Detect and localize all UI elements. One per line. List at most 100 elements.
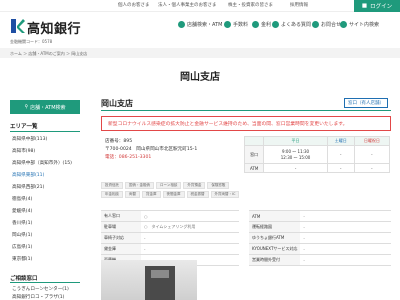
sidebar-area-item[interactable]: 東京都(1) — [12, 256, 32, 262]
util-branch-search[interactable]: 店舗検索・ATM — [178, 21, 222, 28]
table-row: 平日 土曜日 日曜祝日 — [243, 136, 391, 146]
sidebar-area-item[interactable]: 香川県(1) — [12, 220, 32, 226]
util-faq[interactable]: よくある質問 — [272, 21, 311, 28]
sidebar-area-item[interactable]: 広島県(1) — [12, 244, 32, 250]
table-row: ATM - — [249, 210, 391, 222]
table-cell: ATM — [243, 163, 265, 173]
facility-value: ○ タイムシェアリング利用 — [141, 221, 239, 233]
lock-icon: ■ — [361, 3, 368, 9]
phone-number[interactable]: 電話：086-251-3301 — [105, 154, 151, 160]
facility-table-right: ATM - 運転経路図 - ゆうちょ銀行ATM - KYOUNEXTサービス対応 - 営業時間外… — [249, 210, 391, 266]
sidebar-item-loco-plaza[interactable]: 高知銀行ロコ・プラザ(1) — [12, 294, 64, 300]
table-header: 日曜祝日 — [353, 136, 391, 146]
search-icon — [340, 21, 347, 28]
table-cell: - — [353, 163, 391, 173]
business-hours-table: 平日 土曜日 日曜祝日 窓口 9:00 ～ 11:30 12:30 ～ 15:0… — [243, 136, 391, 173]
table-row: 窓口 9:00 ～ 11:30 12:30 ～ 15:00 - - — [243, 145, 391, 164]
facility-value: - — [141, 243, 239, 255]
util-rates[interactable]: 金利 — [252, 21, 271, 28]
service-tag: 国債・金融債 — [125, 182, 154, 189]
sidebar-area-item[interactable]: 高知県東部(11) — [12, 172, 44, 178]
sidebar-area-item[interactable]: 高知市(98) — [12, 148, 35, 154]
divider — [10, 282, 80, 283]
login-button[interactable]: ■ ログイン — [354, 0, 400, 12]
table-row: KYOUNEXTサービス対応 - — [249, 243, 391, 255]
branch-atm-search-button[interactable]: ⚲ 店舗・ATM検索 — [10, 100, 80, 114]
facility-label: 営業時間外受付 — [249, 254, 301, 266]
util-site-search[interactable]: サイト内検索 — [340, 21, 379, 28]
address: 〒700-0024 岡山県岡山市北区駅元町15-1 — [105, 147, 198, 152]
divider — [101, 110, 391, 111]
sidebar-area-item[interactable]: 高知県中部(113) — [12, 136, 47, 142]
table-row: 営業時間外受付 - — [249, 254, 391, 266]
breadcrumb[interactable]: ホーム ＞ 店舗・ATMのご案内 ＞ 岡山支店 — [0, 48, 400, 58]
bank-logo-icon[interactable] — [9, 18, 25, 34]
counter-heading: ご相談窓口 — [10, 276, 38, 282]
nav-personal[interactable]: 個人のお客さま — [118, 2, 150, 8]
sidebar-area-item[interactable]: 愛媛県(4) — [12, 208, 32, 214]
facility-value: - — [300, 210, 391, 222]
atm-screen-image — [151, 270, 169, 278]
branch-type-badge: 窓口（有人店舗） — [344, 98, 388, 108]
facility-label: 貸金庫 — [101, 243, 141, 255]
sidebar-area-item[interactable]: 高知県西部(21) — [12, 184, 44, 190]
question-icon — [272, 21, 279, 28]
sidebar-area-item[interactable]: 徳島県(4) — [12, 196, 32, 202]
table-row: 車椅子対応 - — [101, 232, 239, 244]
search-icon: ⚲ — [24, 104, 29, 110]
table-header: 平日 — [263, 136, 328, 146]
facility-label: KYOUNEXTサービス対応 — [249, 243, 301, 255]
nav-careers[interactable]: 採用情報 — [290, 2, 308, 8]
util-fees[interactable]: 手数料 — [224, 21, 248, 28]
store-number: 店番号：895 — [105, 139, 133, 144]
service-tag: 年金相談 — [101, 191, 123, 198]
service-tag: 両替 — [125, 191, 140, 198]
mail-icon — [312, 21, 319, 28]
table-row: ATM - - - — [243, 163, 391, 173]
service-tag: 外貨両替・IC — [210, 191, 240, 198]
table-row: 駐車場 ○ タイムシェアリング利用 — [101, 221, 239, 233]
map-pin-icon — [178, 21, 185, 28]
page-title: 岡山支店 — [180, 71, 220, 83]
bank-logo-text[interactable]: 高知銀行 — [27, 18, 81, 37]
branch-photo — [101, 260, 197, 300]
sidebar-area-item[interactable]: 高知県中部（高知市外）(15) — [12, 160, 72, 166]
site-header: 高知銀行 金融機関コード：0578 店舗検索・ATM 手数料 金利 よくある質問… — [0, 12, 400, 48]
service-tags: 年金相談 両替 貸金庫 夜間金庫 税金振替 外貨両替・IC — [101, 191, 240, 198]
sidebar-item-loan-center[interactable]: こうぎんローンセンター(1) — [12, 286, 69, 292]
sidebar-area-item[interactable]: 岡山県(1) — [12, 232, 32, 238]
facility-value: ○ — [141, 210, 239, 222]
facility-label: 駐車場 — [101, 221, 141, 233]
area-list-heading: エリア一覧 — [10, 124, 38, 130]
facility-label: 運転経路図 — [249, 221, 301, 233]
facility-table-left: 有人窓口○駐車場○ タイムシェアリング利用車椅子対応-貸金庫-両替機- — [101, 210, 239, 266]
table-cell: - — [263, 163, 328, 173]
service-tag: 投資信託 — [101, 182, 123, 189]
facility-value: - — [300, 232, 391, 244]
title-band: 岡山支店 — [0, 58, 400, 92]
sidebar: ⚲ 店舗・ATM検索 エリア一覧 高知県中部(113) 高知市(98) 高知県中部（… — [0, 92, 86, 300]
nav-corporate[interactable]: 法人・個人事業主のお客さま — [158, 2, 217, 8]
facility-label: 有人窓口 — [101, 210, 141, 222]
facility-value: - — [300, 254, 391, 266]
top-nav: 個人のお客さま 法人・個人事業主のお客さま 株主・投資家の皆さま 採用情報 ■ … — [0, 0, 400, 12]
table-cell: - — [353, 145, 391, 164]
table-cell: - — [326, 163, 355, 173]
divider — [10, 131, 80, 132]
table-cell: 9:00 ～ 11:30 12:30 ～ 15:00 — [263, 145, 328, 164]
service-tag: 貸金庫 — [142, 191, 161, 198]
table-cell: 窓口 — [243, 145, 265, 164]
covid-notice[interactable]: 新型コロナウイルス感染症の拡大防止と金融サービス維持のため、当面の間、窓口営業時… — [101, 116, 391, 131]
percent-icon — [252, 21, 259, 28]
table-header: 土曜日 — [326, 136, 355, 146]
facility-value: - — [141, 232, 239, 244]
branch-name: 岡山支店 — [101, 99, 133, 108]
service-tag: 保険窓販 — [207, 182, 230, 189]
table-row: 運転経路図 - — [249, 221, 391, 233]
service-tag: 外貨預金 — [183, 182, 206, 189]
util-contact[interactable]: お問合せ — [312, 21, 341, 28]
nav-shareholders[interactable]: 株主・投資家の皆さま — [228, 2, 273, 8]
table-row: 有人窓口 ○ — [101, 210, 239, 222]
facility-value: - — [300, 243, 391, 255]
table-row: 貸金庫 - — [101, 243, 239, 255]
